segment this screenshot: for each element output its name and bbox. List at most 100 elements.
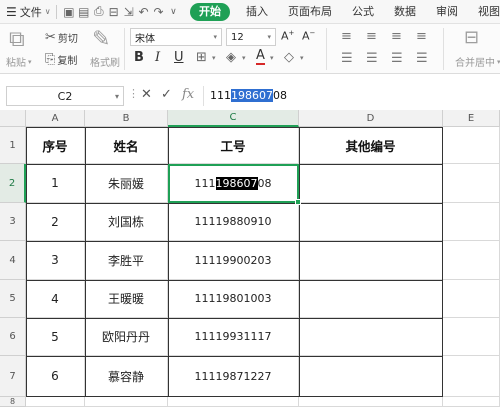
cell-d4[interactable] <box>299 241 443 280</box>
clear-format-icon[interactable]: ◇ <box>284 50 294 65</box>
italic-icon[interactable]: I <box>155 50 160 65</box>
name-box[interactable]: C2 ▾ <box>6 86 124 106</box>
cell-a8[interactable] <box>26 397 85 407</box>
cell-b7[interactable]: 慕容静 <box>85 356 168 397</box>
align-middle-icon[interactable]: ≡ <box>366 29 377 44</box>
cell-e2[interactable] <box>443 164 500 203</box>
fill-handle[interactable] <box>295 199 301 205</box>
decrease-font-icon[interactable]: A− <box>302 29 315 43</box>
export-icon[interactable]: ⇲ <box>121 5 136 19</box>
bold-icon[interactable]: B <box>134 50 144 65</box>
cell-e5[interactable] <box>443 280 500 318</box>
cell-b4[interactable]: 李胜平 <box>85 241 168 280</box>
paste-icon[interactable]: ⧉ <box>9 27 25 52</box>
font-name-select[interactable]: 宋体 ▾ <box>130 28 222 46</box>
align-top-icon[interactable]: ≡ <box>341 29 352 44</box>
tab-review[interactable]: 审阅 <box>426 0 468 24</box>
cut-button[interactable]: ✂ 剪切 <box>45 30 78 45</box>
cell-a5[interactable]: 4 <box>26 280 85 318</box>
column-header-a[interactable]: A <box>26 110 85 127</box>
cell-d2[interactable] <box>299 164 443 203</box>
customize-toolbar-icon[interactable]: ∨ <box>166 7 181 17</box>
cell-c8[interactable] <box>168 397 299 407</box>
underline-icon[interactable]: U <box>174 50 184 65</box>
tab-data[interactable]: 数据 <box>384 0 426 24</box>
align-bottom-icon[interactable]: ≡ <box>391 29 402 44</box>
align-center-icon[interactable]: ☰ <box>366 51 378 66</box>
cell-a1[interactable]: 序号 <box>26 127 85 164</box>
column-header-d[interactable]: D <box>299 110 443 127</box>
format-painter-icon[interactable]: ✎ <box>92 27 110 52</box>
merge-center-button[interactable]: 合并居中 ▾ <box>455 54 500 70</box>
insert-function-icon[interactable]: fx <box>182 87 194 102</box>
column-header-e[interactable]: E <box>443 110 500 127</box>
font-color-icon[interactable]: A <box>256 49 265 65</box>
cell-a7[interactable]: 6 <box>26 356 85 397</box>
cell-d8[interactable] <box>299 397 443 407</box>
formula-input[interactable]: 11119860708 <box>203 86 500 106</box>
chevron-down-icon[interactable]: ▾ <box>300 54 304 62</box>
cell-a2[interactable]: 1 <box>26 164 85 203</box>
cell-a4[interactable]: 3 <box>26 241 85 280</box>
row-header-3[interactable]: 3 <box>0 203 26 241</box>
cell-e1[interactable] <box>443 127 500 164</box>
cell-d3[interactable] <box>299 203 443 241</box>
open-folder-icon[interactable]: ▤ <box>76 5 91 19</box>
row-header-4[interactable]: 4 <box>0 241 26 280</box>
chevron-down-icon[interactable]: ▾ <box>242 54 246 62</box>
tab-home[interactable]: 开始 <box>190 2 231 21</box>
cell-d5[interactable] <box>299 280 443 318</box>
cell-e8[interactable] <box>443 397 500 407</box>
cell-c6[interactable]: 11119931117 <box>168 318 299 356</box>
cell-b3[interactable]: 刘国栋 <box>85 203 168 241</box>
tab-view[interactable]: 视图 <box>468 0 500 24</box>
row-header-1[interactable]: 1 <box>0 127 26 164</box>
select-all-corner[interactable] <box>0 110 26 127</box>
cell-c4[interactable]: 11119900203 <box>168 241 299 280</box>
file-menu[interactable]: ☰ 文件 ∨ <box>6 4 51 20</box>
confirm-icon[interactable]: ✓ <box>161 87 172 102</box>
print-icon[interactable]: ⎙ <box>91 4 106 19</box>
cell-b6[interactable]: 欧阳丹丹 <box>85 318 168 356</box>
align-left-icon[interactable]: ☰ <box>341 51 353 66</box>
row-header-8[interactable]: 8 <box>0 397 26 407</box>
cell-d7[interactable] <box>299 356 443 397</box>
cell-a3[interactable]: 2 <box>26 203 85 241</box>
column-header-c[interactable]: C <box>168 110 299 127</box>
undo-icon[interactable]: ↶ <box>136 5 151 19</box>
chevron-down-icon[interactable]: ▾ <box>212 54 216 62</box>
paste-button[interactable]: 粘贴 ▾ <box>6 54 32 70</box>
cell-c7[interactable]: 11119871227 <box>168 356 299 397</box>
row-header-6[interactable]: 6 <box>0 318 26 356</box>
cell-e6[interactable] <box>443 318 500 356</box>
orientation-icon[interactable]: ≡ <box>416 29 427 44</box>
cell-b1[interactable]: 姓名 <box>85 127 168 164</box>
tab-formulas[interactable]: 公式 <box>342 0 384 24</box>
chevron-down-icon[interactable]: ▾ <box>270 54 274 62</box>
cell-c5[interactable]: 11119801003 <box>168 280 299 318</box>
cell-c2-editing[interactable]: 111 198607 08 <box>168 164 299 203</box>
cell-e7[interactable] <box>443 356 500 397</box>
merge-center-icon[interactable]: ⊟ <box>464 27 479 48</box>
format-painter-button[interactable]: 格式刷 <box>90 54 120 69</box>
cell-c3[interactable]: 11119880910 <box>168 203 299 241</box>
border-icon[interactable]: ⊞ <box>196 50 207 65</box>
justify-icon[interactable]: ☰ <box>416 51 428 66</box>
column-header-b[interactable]: B <box>85 110 168 127</box>
print-preview-icon[interactable]: ⊟ <box>106 5 121 19</box>
fill-color-icon[interactable]: ◈ <box>226 50 236 65</box>
cell-b8[interactable] <box>85 397 168 407</box>
align-right-icon[interactable]: ☰ <box>391 51 403 66</box>
row-header-2[interactable]: 2 <box>0 164 26 203</box>
cell-d6[interactable] <box>299 318 443 356</box>
increase-font-icon[interactable]: A+ <box>281 29 294 43</box>
cancel-icon[interactable]: ✕ <box>141 87 152 102</box>
row-header-7[interactable]: 7 <box>0 356 26 397</box>
cell-d1[interactable]: 其他编号 <box>299 127 443 164</box>
cell-c1[interactable]: 工号 <box>168 127 299 164</box>
cell-e4[interactable] <box>443 241 500 280</box>
redo-icon[interactable]: ↷ <box>151 5 166 19</box>
copy-button[interactable]: ⎘ 复制 <box>45 52 77 67</box>
font-size-select[interactable]: 12 ▾ <box>226 28 276 46</box>
cell-b5[interactable]: 王暖暖 <box>85 280 168 318</box>
